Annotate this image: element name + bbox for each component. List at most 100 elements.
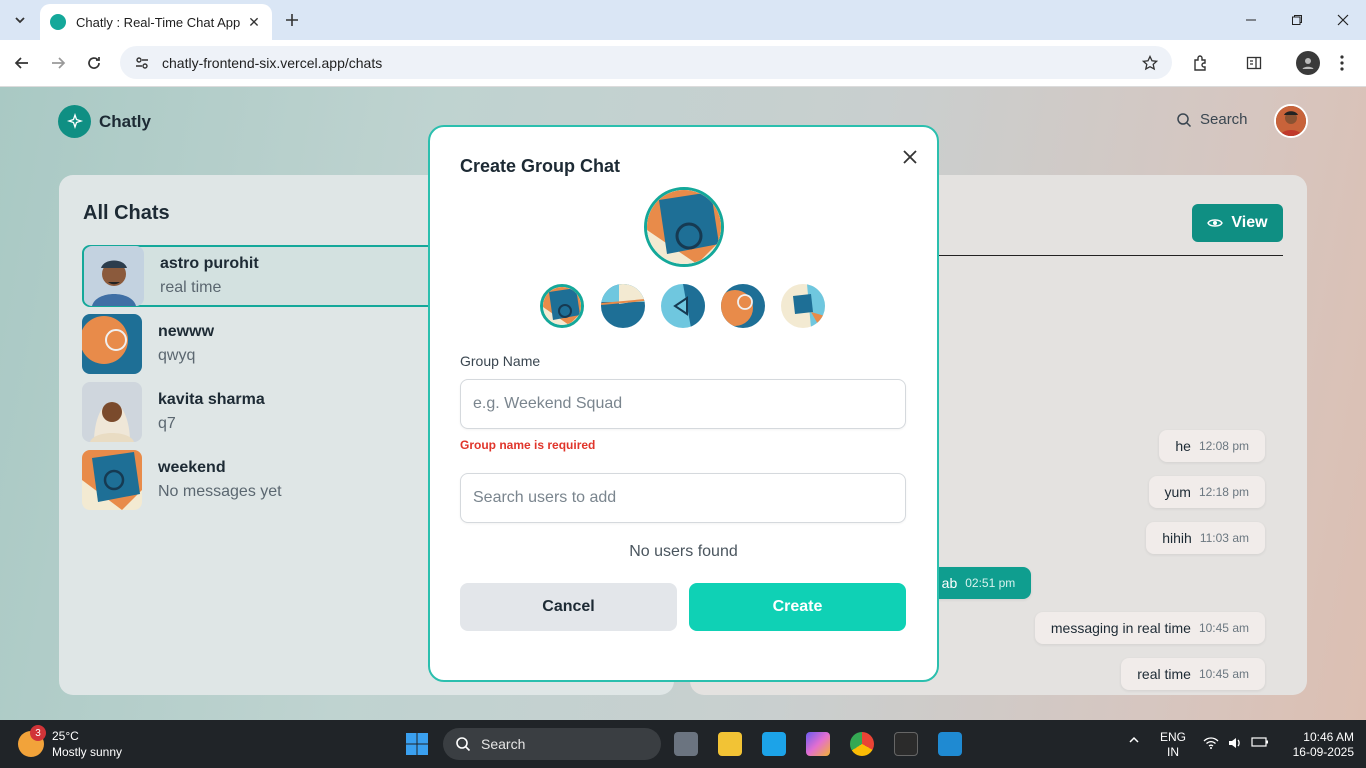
message-text: he [1175, 438, 1191, 454]
profile-avatar[interactable] [1296, 51, 1320, 75]
eye-icon [1207, 219, 1224, 227]
chat-item-weekend[interactable]: weekend No messages yet [82, 449, 482, 511]
browser-tab[interactable]: Chatly : Real-Time Chat App ✕ [40, 4, 272, 40]
volume-icon[interactable] [1227, 736, 1243, 754]
user-search-input[interactable]: Search users to add [460, 473, 906, 523]
group-name-input[interactable]: e.g. Weekend Squad [460, 379, 906, 429]
back-button[interactable] [10, 51, 34, 75]
chat-item-astro-purohit[interactable]: astro purohit real time [82, 245, 482, 307]
chat-item-kavita-sharma[interactable]: kavita sharma q7 [82, 381, 482, 443]
message-text: real time [1137, 666, 1191, 682]
message-text: hihih [1162, 530, 1192, 546]
language-indicator[interactable]: ENG IN [1160, 730, 1186, 760]
chat-name: kavita sharma [158, 391, 265, 408]
view-label: View [1231, 214, 1268, 231]
tab-close-icon[interactable]: ✕ [246, 14, 262, 30]
windows-start-icon[interactable] [405, 732, 429, 756]
forward-button[interactable] [46, 51, 70, 75]
group-name-error: Group name is required [460, 438, 596, 452]
tab-title: Chatly : Real-Time Chat App [76, 14, 241, 30]
weather-temp: 25°C [52, 729, 79, 743]
vscode-icon[interactable] [938, 732, 962, 756]
chevron-down-icon [15, 17, 25, 24]
message-time: 10:45 am [1198, 667, 1249, 681]
arrow-left-icon [14, 57, 28, 69]
chatly-logo-icon[interactable] [58, 105, 91, 138]
chat-name: weekend [158, 459, 226, 476]
person-icon [1302, 58, 1314, 69]
avatar-option-1[interactable] [540, 284, 584, 328]
message-bubble: messaging in real time 10:45 am [1034, 612, 1265, 644]
file-explorer-icon[interactable] [718, 732, 742, 756]
copilot-icon[interactable] [806, 732, 830, 756]
chevron-up-icon [1129, 736, 1139, 743]
message-bubble: yum 12:18 pm [1148, 476, 1265, 508]
close-window-button[interactable] [1320, 0, 1366, 40]
sun-cloud-icon: 3 [18, 725, 46, 757]
weather-widget[interactable]: 3 25°C Mostly sunny [18, 725, 123, 760]
clock[interactable]: 10:46 AM 16-09-2025 [1284, 730, 1354, 760]
task-view-icon[interactable] [674, 732, 698, 756]
chat-item-newww[interactable]: newww qwyq [82, 313, 482, 375]
message-text: messaging in real time [1050, 620, 1191, 636]
create-group-modal: Create Group Chat Group Name e.g. Weeken… [428, 125, 939, 682]
message-bubble: he 12:08 pm [1159, 430, 1265, 462]
address-bar[interactable]: chatly-frontend-six.vercel.app/chats [120, 46, 1172, 79]
bookmark-button[interactable] [1138, 51, 1162, 75]
microsoft-store-icon[interactable] [762, 732, 786, 756]
restore-button[interactable] [1274, 0, 1320, 40]
message-time: 10:45 am [1198, 621, 1249, 635]
browser-toolbar: chatly-frontend-six.vercel.app/chats [0, 40, 1366, 87]
wifi-icon[interactable] [1203, 736, 1219, 754]
taskbar-search-label: Search [481, 736, 526, 752]
brand-name[interactable]: Chatly [99, 112, 151, 132]
weather-desc: Mostly sunny [52, 745, 123, 759]
chat-name: astro purohit [160, 255, 259, 272]
user-avatar[interactable] [1274, 104, 1308, 138]
tab-search-button[interactable] [8, 8, 32, 32]
browser-menu-button[interactable] [1330, 51, 1354, 75]
side-panel-icon [1246, 56, 1262, 70]
notification-badge: 3 [30, 725, 46, 741]
terminal-icon[interactable] [894, 732, 918, 756]
header-divider [938, 255, 1283, 256]
url-text: chatly-frontend-six.vercel.app/chats [162, 54, 383, 71]
header-search-button[interactable]: Search [1176, 111, 1248, 128]
new-tab-button[interactable] [282, 10, 302, 30]
create-button[interactable]: Create [689, 583, 906, 631]
more-vertical-icon [1340, 55, 1344, 71]
chrome-icon[interactable] [850, 732, 874, 756]
chat-last-message: No messages yet [158, 483, 282, 500]
tray-overflow-icon[interactable] [1128, 734, 1140, 750]
message-time: 12:08 pm [1198, 439, 1249, 453]
chat-avatar [82, 450, 142, 510]
site-info-icon[interactable] [134, 55, 150, 71]
cancel-button[interactable]: Cancel [460, 583, 677, 631]
chatly-favicon-icon [50, 14, 66, 30]
avatar-option-2[interactable] [601, 284, 645, 328]
selected-group-avatar [644, 187, 724, 267]
clock-date: 16-09-2025 [1292, 745, 1354, 759]
taskbar-search[interactable]: Search [443, 728, 661, 760]
modal-title: Create Group Chat [460, 156, 621, 176]
minimize-button[interactable] [1228, 0, 1274, 40]
modal-close-button[interactable] [900, 147, 920, 167]
view-button[interactable]: View [1192, 204, 1283, 242]
side-panel-button[interactable] [1242, 51, 1266, 75]
reload-button[interactable] [82, 51, 106, 75]
header-search-label: Search [1200, 111, 1248, 128]
language-code: ENG [1160, 730, 1187, 744]
star-icon [1142, 55, 1158, 71]
chat-avatar [84, 246, 144, 306]
extensions-button[interactable] [1189, 51, 1213, 75]
chat-last-message: real time [160, 279, 222, 296]
avatar-option-4[interactable] [721, 284, 765, 328]
plus-icon [286, 14, 298, 26]
battery-icon[interactable] [1251, 736, 1269, 752]
message-time: 02:51 pm [965, 576, 1016, 590]
group-name-label: Group Name [460, 353, 541, 369]
avatar-option-3[interactable] [661, 284, 705, 328]
browser-tabbar: Chatly : Real-Time Chat App ✕ [0, 0, 1366, 40]
message-time: 11:03 am [1199, 531, 1249, 545]
avatar-option-5[interactable] [781, 284, 825, 328]
